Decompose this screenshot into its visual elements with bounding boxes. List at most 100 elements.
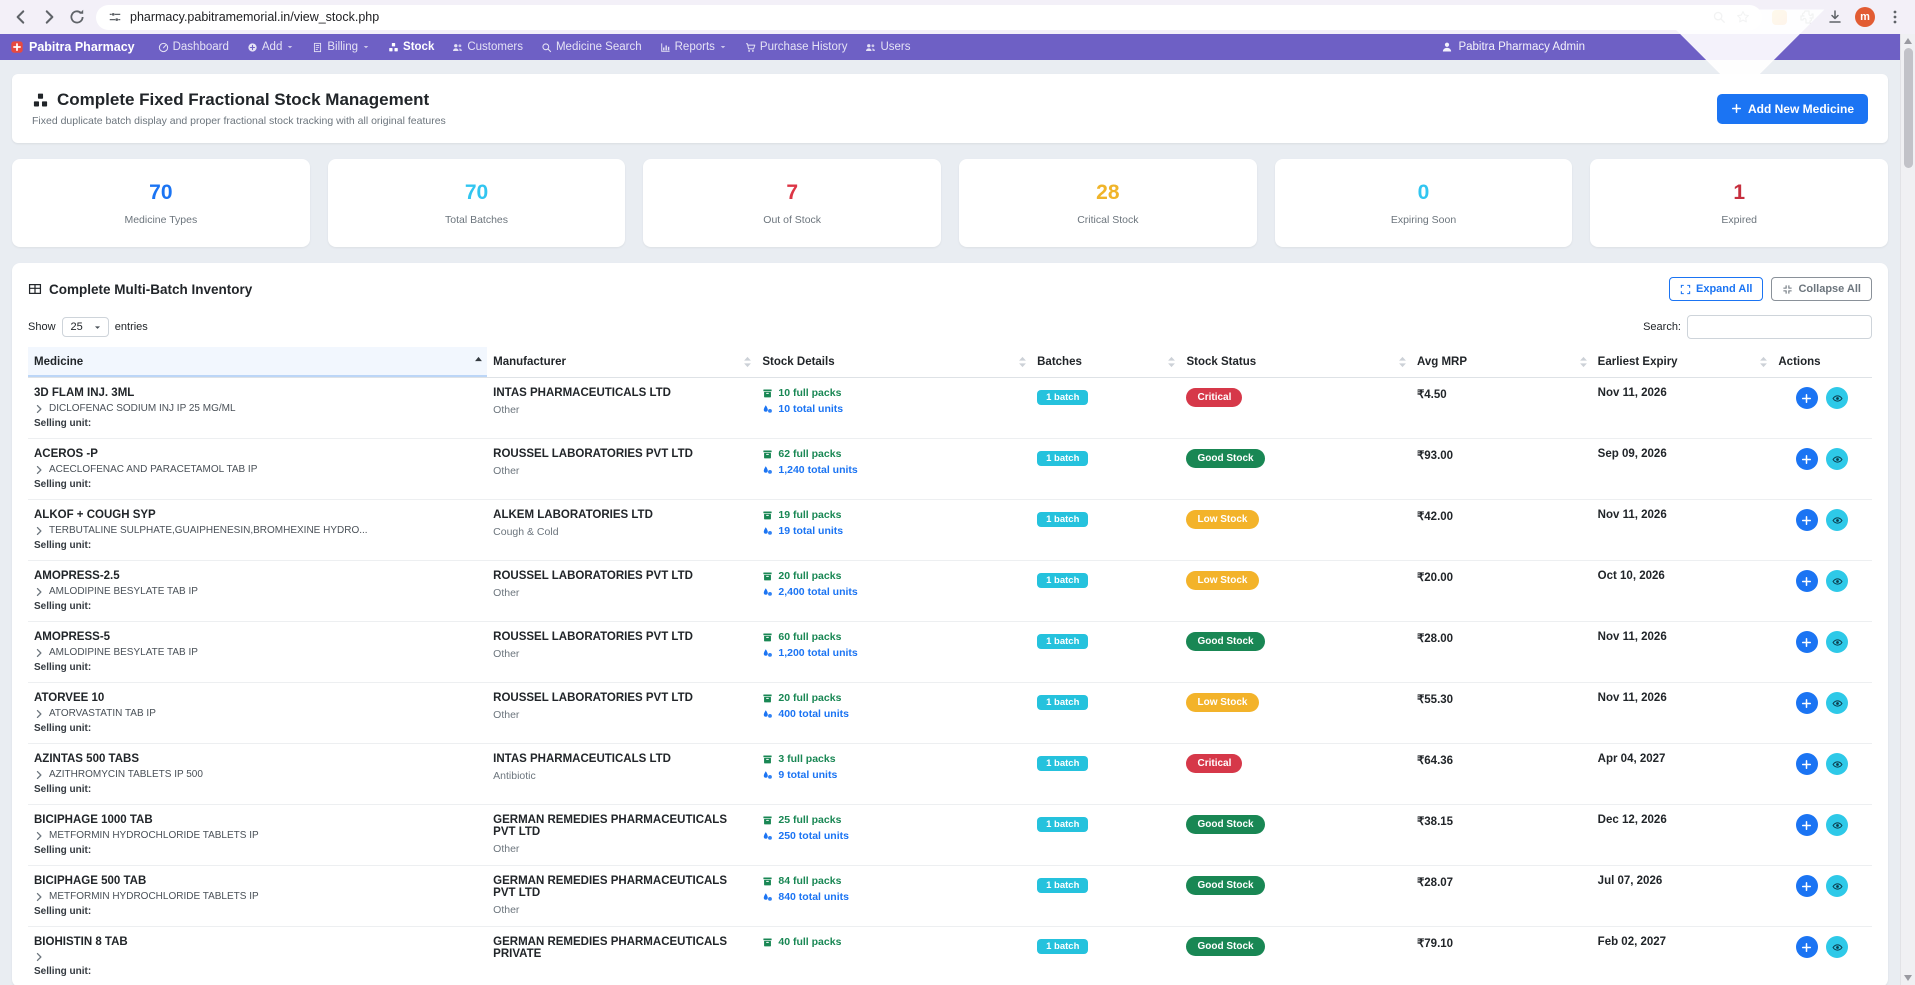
column-header-actions[interactable]: Actions <box>1772 347 1872 378</box>
view-batches-button[interactable] <box>1826 875 1848 897</box>
expand-all-button[interactable]: Expand All <box>1669 277 1763 301</box>
units-icon <box>762 892 773 903</box>
expand-row-chevron-icon[interactable] <box>34 770 44 780</box>
total-units: 1,200 total units <box>762 647 1025 659</box>
stock-status-badge: Good Stock <box>1186 632 1264 651</box>
scrollbar-thumb[interactable] <box>1904 48 1913 168</box>
view-batches-button[interactable] <box>1826 692 1848 714</box>
entries-select[interactable]: 25 <box>62 317 109 337</box>
inventory-table: Medicine Manufacturer Stock Details Batc… <box>28 347 1872 985</box>
batch-count-badge: 1 batch <box>1037 756 1088 771</box>
table-row: BIOHISTIN 8 TAB Selling unit: GERMAN REM… <box>28 927 1872 985</box>
selling-unit-label: Selling unit: <box>34 723 481 734</box>
medicine-generic: METFORMIN HYDROCHLORIDE TABLETS IP <box>49 891 259 902</box>
total-units: 840 total units <box>762 891 1025 903</box>
nav-item-add[interactable]: Add <box>238 34 303 60</box>
eye-icon <box>1832 454 1843 465</box>
nav-item-billing[interactable]: Billing <box>303 34 379 60</box>
add-stock-button[interactable] <box>1796 936 1818 958</box>
nav-item-reports[interactable]: Reports <box>651 34 736 60</box>
view-batches-button[interactable] <box>1826 631 1848 653</box>
add-stock-button[interactable] <box>1796 875 1818 897</box>
add-stock-button[interactable] <box>1796 509 1818 531</box>
entries-label: entries <box>115 321 148 333</box>
add-stock-button[interactable] <box>1796 753 1818 775</box>
earliest-expiry: Nov 11, 2026 <box>1592 683 1773 744</box>
add-stock-button[interactable] <box>1796 448 1818 470</box>
add-stock-button[interactable] <box>1796 631 1818 653</box>
scrollbar-down-arrow[interactable] <box>1904 975 1912 981</box>
selling-unit-label: Selling unit: <box>34 601 481 612</box>
expand-row-chevron-icon[interactable] <box>34 648 44 658</box>
add-new-medicine-button[interactable]: Add New Medicine <box>1717 94 1868 124</box>
expand-row-chevron-icon[interactable] <box>34 831 44 841</box>
column-header-stock-status[interactable]: Stock Status <box>1180 347 1410 378</box>
nav-item-stock[interactable]: Stock <box>379 34 443 60</box>
column-header-earliest-expiry[interactable]: Earliest Expiry <box>1592 347 1773 378</box>
stat-card-medicine-types: 70 Medicine Types <box>12 159 310 247</box>
view-batches-button[interactable] <box>1826 814 1848 836</box>
table-row: BICIPHAGE 1000 TAB METFORMIN HYDROCHLORI… <box>28 805 1872 866</box>
nav-item-users[interactable]: Users <box>856 34 919 60</box>
add-stock-button[interactable] <box>1796 692 1818 714</box>
expand-row-chevron-icon[interactable] <box>34 465 44 475</box>
box-icon <box>762 449 773 460</box>
nav-item-customers[interactable]: Customers <box>443 34 532 60</box>
full-packs: 20 full packs <box>762 570 1025 582</box>
expand-row-chevron-icon[interactable] <box>34 526 44 536</box>
expand-row-chevron-icon[interactable] <box>34 709 44 719</box>
expand-row-chevron-icon[interactable] <box>34 952 44 962</box>
cubes-icon <box>388 42 399 53</box>
manufacturer-name: ROUSSEL LABORATORIES PVT LTD <box>493 631 750 643</box>
manufacturer-name: INTAS PHARMACEUTICALS LTD <box>493 387 750 399</box>
manufacturer-name: ROUSSEL LABORATORIES PVT LTD <box>493 448 750 460</box>
nav-item-medicine-search[interactable]: Medicine Search <box>532 34 651 60</box>
add-new-medicine-label: Add New Medicine <box>1748 102 1854 116</box>
collapse-all-button[interactable]: Collapse All <box>1771 277 1872 301</box>
column-header-manufacturer[interactable]: Manufacturer <box>487 347 756 378</box>
view-batches-button[interactable] <box>1826 448 1848 470</box>
search-input[interactable] <box>1687 315 1872 339</box>
view-batches-button[interactable] <box>1826 509 1848 531</box>
chevron-down-icon <box>93 323 102 332</box>
site-info-icon[interactable] <box>108 10 122 24</box>
column-header-avg-mrp[interactable]: Avg MRP <box>1411 347 1592 378</box>
plus-icon <box>1801 515 1812 526</box>
stat-label: Out of Stock <box>763 214 821 226</box>
add-stock-button[interactable] <box>1796 387 1818 409</box>
browser-back-button[interactable] <box>12 8 30 26</box>
view-batches-button[interactable] <box>1826 753 1848 775</box>
units-icon <box>762 404 773 415</box>
add-stock-button[interactable] <box>1796 814 1818 836</box>
collapse-all-label: Collapse All <box>1798 283 1861 295</box>
column-header-stock-details[interactable]: Stock Details <box>756 347 1031 378</box>
expand-row-chevron-icon[interactable] <box>34 892 44 902</box>
stat-label: Medicine Types <box>124 214 197 226</box>
view-batches-button[interactable] <box>1826 570 1848 592</box>
manufacturer-name: GERMAN REMEDIES PHARMACEUTICALS PRIVATE <box>493 936 750 960</box>
scrollbar-up-arrow[interactable] <box>1904 38 1912 44</box>
browser-reload-button[interactable] <box>68 8 86 26</box>
medicine-name: AMOPRESS-5 <box>34 631 481 643</box>
page-scrollbar[interactable] <box>1900 34 1915 985</box>
nav-item-dashboard[interactable]: Dashboard <box>149 34 238 60</box>
full-packs: 20 full packs <box>762 692 1025 704</box>
box-icon <box>762 693 773 704</box>
view-batches-button[interactable] <box>1826 936 1848 958</box>
expand-row-chevron-icon[interactable] <box>34 587 44 597</box>
column-header-batches[interactable]: Batches <box>1031 347 1180 378</box>
earliest-expiry: Sep 09, 2026 <box>1592 439 1773 500</box>
brand-label: Pabitra Pharmacy <box>29 40 135 54</box>
box-icon <box>762 937 773 948</box>
units-icon <box>762 648 773 659</box>
brand[interactable]: Pabitra Pharmacy <box>10 40 135 54</box>
total-units: 19 total units <box>762 525 1025 537</box>
expand-row-chevron-icon[interactable] <box>34 404 44 414</box>
plus-circle-icon <box>247 42 258 53</box>
add-stock-button[interactable] <box>1796 570 1818 592</box>
view-batches-button[interactable] <box>1826 387 1848 409</box>
medicine-name: ATORVEE 10 <box>34 692 481 704</box>
nav-item-purchase-history[interactable]: Purchase History <box>736 34 857 60</box>
browser-forward-button[interactable] <box>40 8 58 26</box>
column-header-medicine[interactable]: Medicine <box>28 347 487 378</box>
